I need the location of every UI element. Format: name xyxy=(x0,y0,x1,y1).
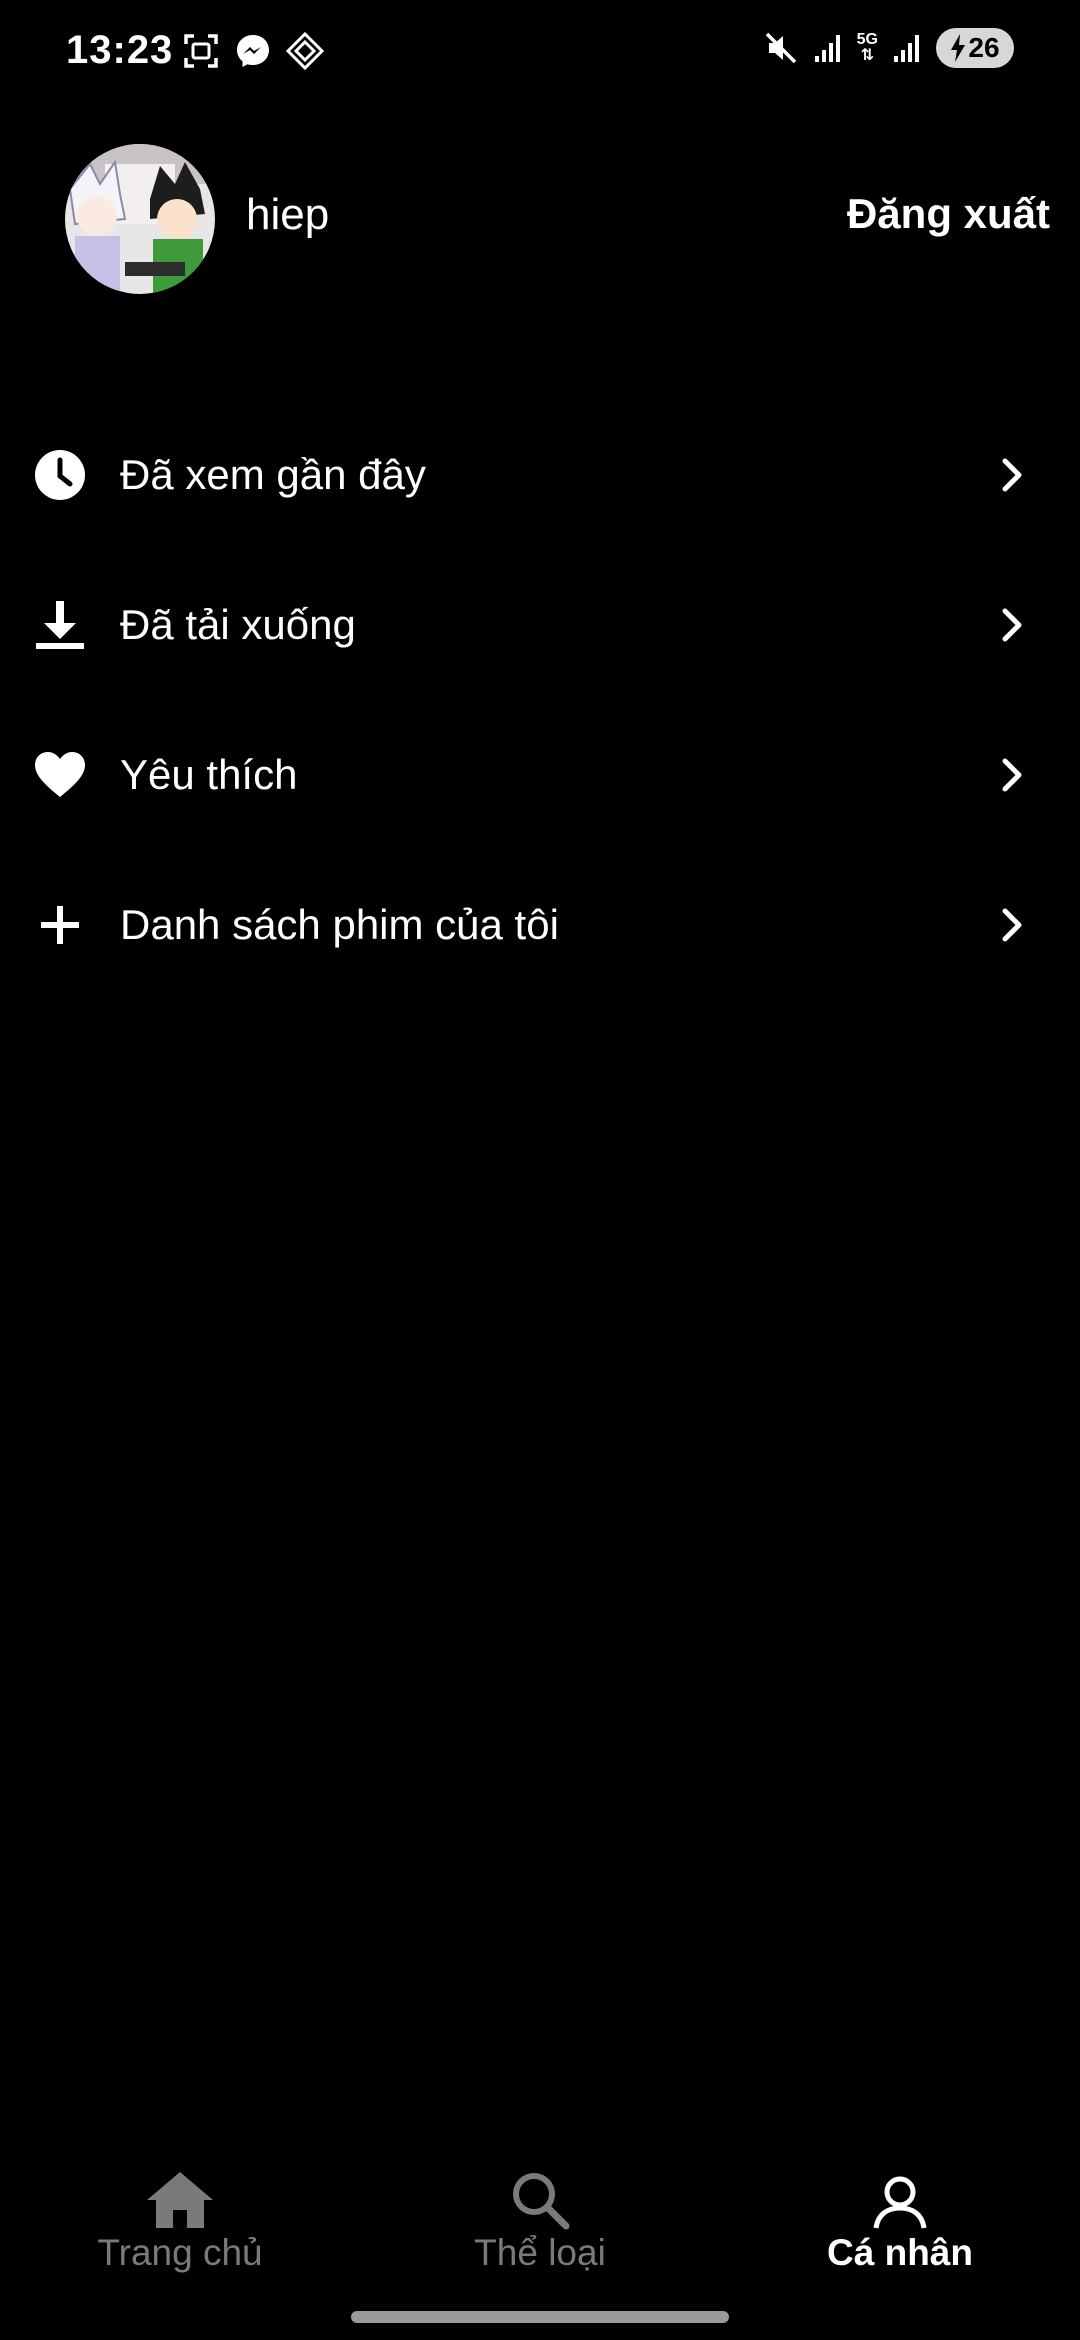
menu-item-label: Danh sách phim của tôi xyxy=(120,901,559,948)
screenshot-icon xyxy=(184,34,218,68)
clock-icon xyxy=(33,448,87,502)
signal-icon xyxy=(814,35,840,62)
menu-item-favorites[interactable]: Yêu thích xyxy=(0,700,1080,850)
battery-level: 26 xyxy=(968,32,1000,63)
menu-item-label: Đã xem gần đây xyxy=(120,451,426,498)
messenger-icon xyxy=(237,35,269,67)
data-arrows: ⇅ xyxy=(860,47,875,64)
status-right-icons: 5G ⇅ 26 xyxy=(763,28,1014,68)
chevron-right-icon xyxy=(992,605,1032,645)
diamond-app-icon xyxy=(286,32,324,70)
bottom-nav: Trang chủ Thể loại Cá nhân xyxy=(0,2150,1080,2290)
chevron-right-icon xyxy=(992,905,1032,945)
home-indicator[interactable] xyxy=(351,2311,729,2323)
profile-menu: Đã xem gần đây Đã tải xuống Yêu thích Da… xyxy=(0,400,1080,1000)
network-label: 5G xyxy=(856,31,878,48)
menu-item-downloaded[interactable]: Đã tải xuống xyxy=(0,550,1080,700)
nav-home[interactable]: Trang chủ xyxy=(0,2150,360,2290)
nav-label: Trang chủ xyxy=(97,2232,263,2273)
heart-icon xyxy=(33,748,87,802)
5g-icon: 5G ⇅ xyxy=(857,32,878,64)
menu-item-label: Đã tải xuống xyxy=(120,601,356,648)
search-icon xyxy=(510,2150,570,2230)
menu-item-my-list[interactable]: Danh sách phim của tôi xyxy=(0,850,1080,1000)
person-icon xyxy=(872,2150,928,2230)
status-bar: 13:23 5G ⇅ 26 xyxy=(0,0,1080,105)
profile-header: hiep Đăng xuất xyxy=(0,140,1080,295)
download-icon xyxy=(33,598,87,652)
avatar-image xyxy=(65,144,215,294)
signal-icon xyxy=(894,35,919,62)
status-time: 13:23 xyxy=(66,28,174,72)
plus-icon xyxy=(33,898,87,952)
mute-icon xyxy=(765,32,796,64)
chevron-right-icon xyxy=(992,455,1032,495)
menu-item-label: Yêu thích xyxy=(120,751,298,798)
home-icon xyxy=(145,2150,215,2230)
charging-icon xyxy=(951,34,966,62)
status-left-icons xyxy=(182,32,324,70)
nav-categories[interactable]: Thể loại xyxy=(360,2150,720,2290)
nav-profile[interactable]: Cá nhân xyxy=(720,2150,1080,2290)
chevron-right-icon xyxy=(992,755,1032,795)
battery-icon: 26 xyxy=(936,28,1014,68)
avatar[interactable] xyxy=(65,144,215,294)
username: hiep xyxy=(246,190,330,239)
nav-label: Cá nhân xyxy=(827,2232,973,2273)
logout-button[interactable]: Đăng xuất xyxy=(847,190,1050,238)
nav-label: Thể loại xyxy=(474,2232,606,2273)
menu-item-recently-watched[interactable]: Đã xem gần đây xyxy=(0,400,1080,550)
